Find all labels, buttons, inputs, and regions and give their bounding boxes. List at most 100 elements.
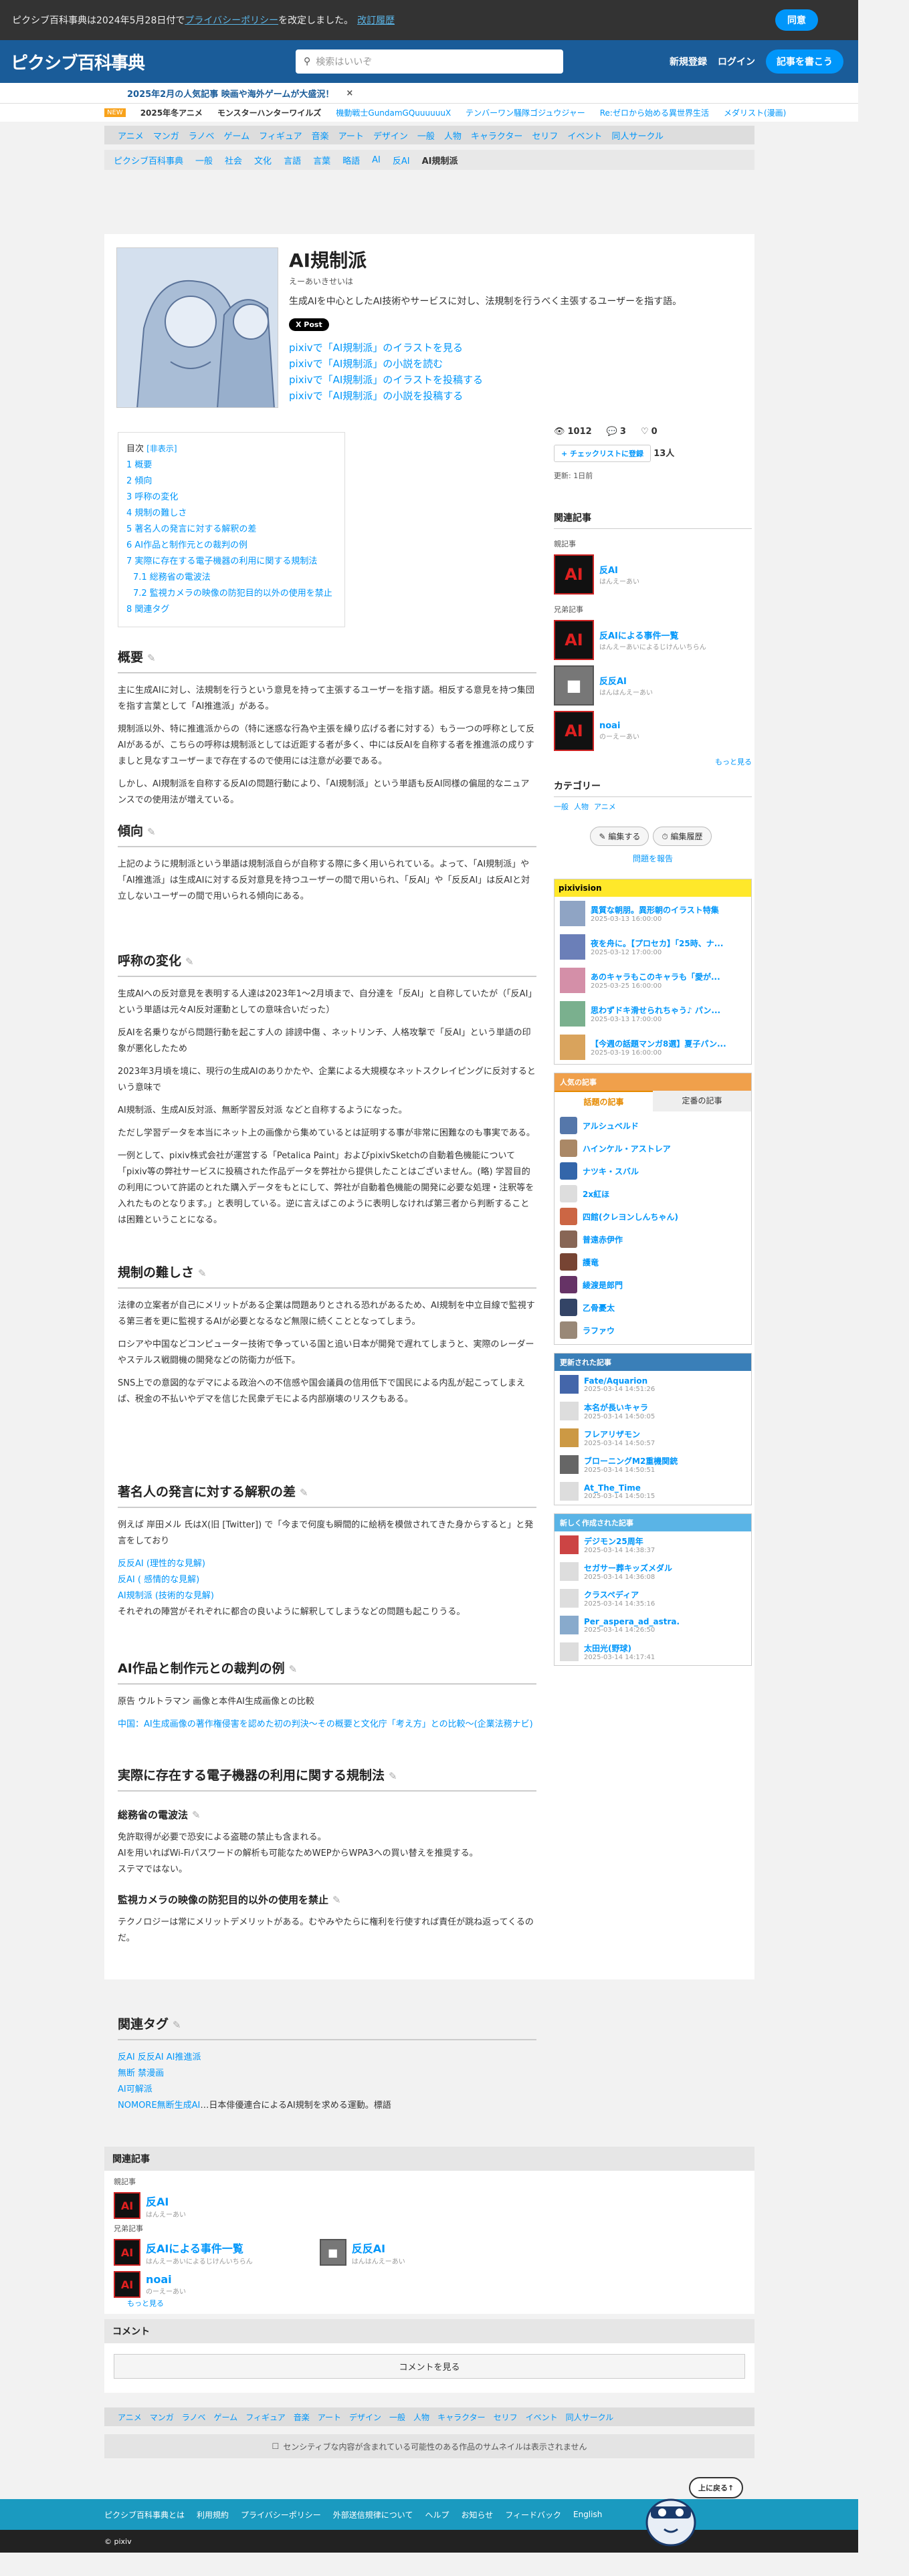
list-item[interactable]: 2x紅ほ [560, 1182, 746, 1205]
close-icon[interactable]: × [346, 88, 353, 98]
report-link[interactable]: 問題を報告 [554, 853, 752, 864]
cat-item[interactable]: フィギュア [259, 129, 302, 142]
trend-item[interactable]: 機動戦士GundamGQuuuuuuX [336, 107, 451, 118]
edit-pencil-icon[interactable]: ✎ [289, 1663, 298, 1675]
category-link[interactable]: アニメ [594, 801, 616, 812]
login-link[interactable]: ログイン [718, 55, 755, 68]
link[interactable]: NOMORE無断生成AI [118, 2101, 200, 2111]
breadcrumb-item[interactable]: 言葉 [313, 154, 330, 167]
cat-item[interactable]: セリフ [494, 2411, 518, 2423]
pixivision-item[interactable]: あのキャラもこのキャラも「愛が... 2025-03-25 16:00:00 [554, 964, 751, 997]
new-item[interactable]: 太田光(野球) 2025-03-14 14:17:41 [554, 1638, 751, 1665]
cat-item[interactable]: デザイン [349, 2411, 381, 2423]
cat-item[interactable]: マンガ [153, 129, 179, 142]
category-link[interactable]: 人物 [574, 801, 589, 812]
updated-item[interactable]: At_The_Time 2025-03-14 14:50:15 [554, 1478, 751, 1505]
edit-pencil-icon[interactable]: ✎ [192, 1809, 201, 1821]
related-item[interactable]: AI 反AIによる事件一覧 はんえーあいによるじけんいちらん [554, 620, 752, 660]
toc-item[interactable]: 4 規制の難しさ [126, 506, 336, 522]
list-item[interactable]: ラファウ [560, 1319, 746, 1341]
toc-item[interactable]: 8 関連タグ [126, 602, 336, 618]
breadcrumb-item[interactable]: 略語 [342, 154, 360, 167]
trend-item[interactable]: 2025年冬アニメ [140, 107, 203, 118]
breadcrumb-item[interactable]: 反AI [393, 154, 410, 167]
cat-item[interactable]: ラノベ [189, 129, 215, 142]
new-item[interactable]: Per_aspera_ad_astra. 2025-03-14 14:26:50 [554, 1612, 751, 1638]
edit-pencil-icon[interactable]: ✎ [332, 1894, 341, 1906]
agree-button[interactable]: 同意 [775, 9, 818, 31]
pixivision-logo[interactable]: pixivision [554, 879, 751, 897]
breadcrumb-item[interactable]: 文化 [254, 154, 272, 167]
edit-pencil-icon[interactable]: ✎ [185, 956, 194, 968]
updated-item[interactable]: フレアリザモン 2025-03-14 14:50:57 [554, 1424, 751, 1451]
related-item[interactable]: AI 反AI はんえーあい [114, 2192, 745, 2219]
cat-item[interactable]: マンガ [150, 2411, 174, 2423]
breadcrumb-item[interactable]: 社会 [225, 154, 242, 167]
category-link[interactable]: 一般 [554, 801, 569, 812]
promo-banner[interactable]: 2025年2月の人気記事 映画や海外ゲームが大盛況！ × [0, 83, 858, 103]
cat-item[interactable]: ゲーム [224, 129, 250, 142]
related-item[interactable]: ■ 反反AI はんはんえーあい [319, 2239, 405, 2266]
x-post-button[interactable]: X Post [289, 318, 329, 331]
toc-item[interactable]: 7.2 監視カメラの映像の防犯目的以外の使用を禁止 [126, 586, 336, 602]
cat-item[interactable]: 音楽 [294, 2411, 310, 2423]
list-item[interactable]: ナツキ・スバル [560, 1160, 746, 1182]
list-item[interactable]: 普遠赤伊作 [560, 1228, 746, 1251]
promo-text[interactable]: 2025年2月の人気記事 映画や海外ゲームが大盛況！ [127, 87, 334, 100]
pixivision-item[interactable]: 【今週の話題マンガ8選】夏子パン... 2025-03-19 16:00:00 [554, 1031, 751, 1064]
pixivision-item[interactable]: 夜を舟に。【プロセカ】「25時、ナ... 2025-03-12 17:00:00 [554, 930, 751, 964]
link[interactable]: AI規制派 (技術的な見解) [118, 1591, 214, 1601]
pixiv-link[interactable]: pixivで「AI規制派」の小説を読む [289, 356, 483, 372]
link[interactable]: 反AI 反反AI AI推進派 [118, 2050, 536, 2066]
checkbox-icon[interactable]: ☐ [272, 2442, 279, 2451]
trend-item[interactable]: Re:ゼロから始める異世界生活 [600, 107, 709, 118]
toc-item[interactable]: 2 傾向 [126, 473, 336, 490]
breadcrumb-item[interactable]: 言語 [284, 154, 301, 167]
edit-button[interactable]: ✎ 編集する [590, 827, 649, 846]
cat-item[interactable]: セリフ [532, 129, 558, 142]
cat-item[interactable]: アニメ [118, 129, 144, 142]
footer-link[interactable]: ピクシブ百科事典とは [104, 2509, 185, 2520]
checklist-button[interactable]: + チェックリストに登録 [554, 445, 651, 462]
edit-pencil-icon[interactable]: ✎ [198, 1267, 207, 1279]
toc-item[interactable]: 7.1 総務省の電波法 [126, 570, 336, 586]
related-item[interactable]: AI noai のーえーあい [554, 711, 752, 751]
cat-item[interactable]: 音楽 [312, 129, 329, 142]
related-item[interactable]: AI noai のーえーあい [114, 2271, 745, 2298]
cat-item[interactable]: 同人サークル [566, 2411, 614, 2423]
toc-item[interactable]: 6 AI作品と制作元との裁判の例 [126, 538, 336, 554]
edit-pencil-icon[interactable]: ✎ [147, 652, 156, 664]
related-item[interactable]: AI 反AI はんえーあい [554, 554, 752, 595]
article-thumbnail[interactable] [116, 247, 278, 408]
privacy-policy-link[interactable]: プライバシーポリシー [185, 13, 278, 27]
tab-now[interactable]: 話題の記事 [554, 1091, 653, 1111]
write-article-button[interactable]: 記事を書こう [766, 49, 843, 74]
footer-link[interactable]: ヘルプ [425, 2509, 449, 2520]
cat-item[interactable]: ラノベ [182, 2411, 206, 2423]
list-item[interactable]: ハインケル・アストレア [560, 1137, 746, 1160]
edit-pencil-icon[interactable]: ✎ [173, 2019, 181, 2031]
breadcrumb-item[interactable]: ピクシブ百科事典 [114, 154, 183, 167]
related-item[interactable]: ■ 反反AI はんはんえーあい [554, 665, 752, 706]
cat-item[interactable]: 人物 [413, 2411, 429, 2423]
toc-item[interactable]: 7 実際に存在する電子機器の利用に関する規制法 [126, 554, 336, 570]
pixivision-item[interactable]: 思わずドキ滑せられちゃう♪ パン... 2025-03-13 17:00:00 [554, 997, 751, 1031]
cat-item[interactable]: アニメ [118, 2411, 142, 2423]
related-item[interactable]: AI 反AIによる事件一覧 はんえーあいによるじけんいちらん [114, 2239, 253, 2266]
edit-pencil-icon[interactable]: ✎ [147, 826, 156, 838]
search-input[interactable]: ⚲ 検索はいいぞ [296, 49, 563, 74]
breadcrumb-item[interactable]: 一般 [195, 154, 213, 167]
likes-count[interactable]: ♡ 0 [641, 427, 658, 437]
cat-item[interactable]: 人物 [444, 129, 462, 142]
breadcrumb-item[interactable]: AI [372, 155, 381, 165]
trend-item[interactable]: モンスターハンターワイルズ [217, 107, 322, 118]
pixiv-link[interactable]: pixivで「AI規制派」の小説を投稿する [289, 388, 483, 404]
footer-link[interactable]: English [573, 2510, 602, 2519]
cat-item[interactable]: ゲーム [214, 2411, 238, 2423]
toc-item[interactable]: 5 著名人の発言に対する解釈の差 [126, 522, 336, 538]
cat-item[interactable]: キャラクター [471, 129, 522, 142]
footer-link[interactable]: 利用規約 [197, 2509, 229, 2520]
sensitive-toggle[interactable]: ☐ センシティブな内容が含まれている可能性のある作品のサムネイルは表示されません [104, 2434, 754, 2458]
updated-item[interactable]: ブローニングM2重機関銃 2025-03-14 14:50:51 [554, 1451, 751, 1478]
link[interactable]: 無断 禁漫画 [118, 2066, 536, 2082]
